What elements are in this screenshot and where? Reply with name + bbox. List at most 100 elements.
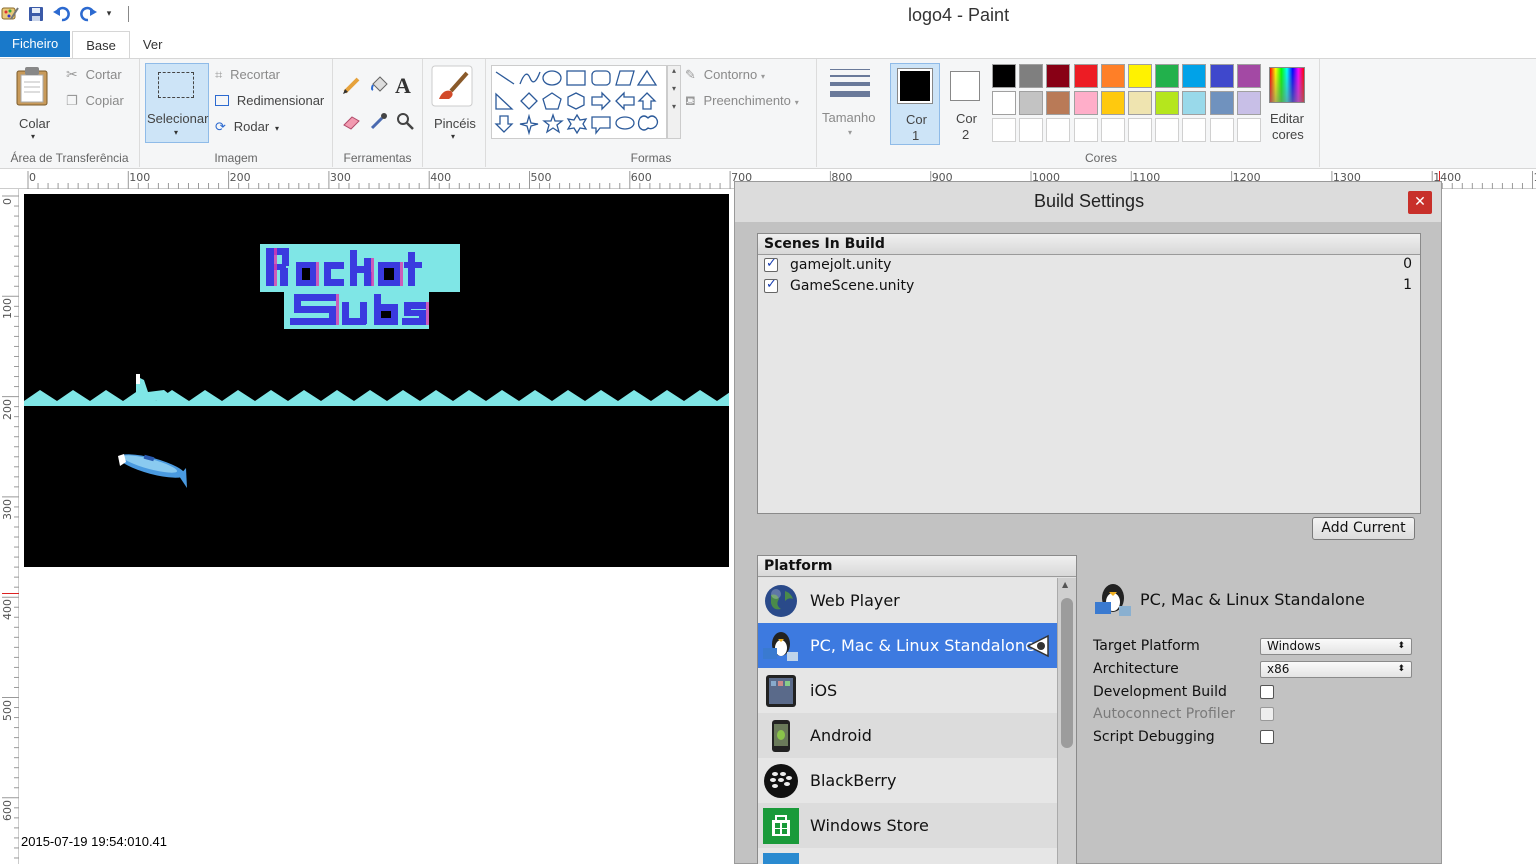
cut-button[interactable]: ✂ Cortar	[66, 67, 122, 83]
color-swatch[interactable]	[1155, 64, 1180, 88]
color-picker-icon[interactable]	[369, 111, 389, 134]
custom-color-slot[interactable]	[1019, 118, 1044, 142]
scroll-thumb[interactable]	[1061, 598, 1073, 748]
scene-checkbox[interactable]	[764, 256, 778, 272]
architecture-dropdown[interactable]: x86 ⬍	[1260, 661, 1412, 678]
platform-item[interactable]: BlackBerry	[758, 758, 1057, 803]
brushes-label: Pincéis	[434, 116, 476, 131]
color-swatch[interactable]	[1100, 91, 1125, 115]
crop-button[interactable]: ⌗ Recortar	[215, 67, 280, 83]
brushes-dropdown-icon[interactable]: ▾	[451, 132, 455, 141]
outline-dropdown-icon[interactable]: ▾	[761, 72, 765, 81]
size-button[interactable]: Tamanho ▾	[822, 65, 880, 145]
platform-item[interactable]: Android	[758, 713, 1057, 758]
size-dropdown-icon[interactable]: ▾	[848, 128, 852, 137]
color1-swatch-frame	[897, 68, 933, 104]
target-platform-dropdown[interactable]: Windows ⬍	[1260, 638, 1412, 655]
rotate-button[interactable]: ⟳ Rodar ▾	[215, 119, 279, 135]
fill-button[interactable]: ⛾ Preenchimento ▾	[685, 93, 799, 111]
color-swatch[interactable]	[1019, 91, 1044, 115]
platform-item[interactable]: Web Player	[758, 578, 1057, 623]
color-swatch[interactable]	[1019, 64, 1044, 88]
custom-color-slot[interactable]	[1209, 118, 1234, 142]
color-swatch[interactable]	[992, 64, 1016, 88]
color-swatch[interactable]	[1155, 91, 1180, 115]
platform-item-partial[interactable]	[758, 848, 1057, 864]
build-settings-title-bar[interactable]: Build Settings ✕	[735, 182, 1441, 222]
custom-color-slot[interactable]	[1182, 118, 1207, 142]
add-current-button[interactable]: Add Current	[1312, 517, 1415, 540]
color-swatch[interactable]	[1236, 91, 1261, 115]
vertical-ruler: 0 100 200 300 400 500 600	[0, 189, 19, 864]
platform-item[interactable]: PC, Mac & Linux Standalone	[758, 623, 1057, 668]
custom-color-slot[interactable]	[1155, 118, 1180, 142]
color-swatch[interactable]	[1209, 64, 1234, 88]
text-tool-icon[interactable]: A	[395, 73, 411, 99]
color-swatch[interactable]	[1073, 91, 1098, 115]
ipad-icon	[763, 673, 799, 709]
eraser-icon[interactable]	[342, 111, 362, 134]
scene-checkbox[interactable]	[764, 277, 778, 293]
color-swatch[interactable]	[1182, 64, 1207, 88]
script-debugging-checkbox[interactable]	[1260, 730, 1274, 744]
development-build-checkbox[interactable]	[1260, 685, 1274, 699]
autoconnect-profiler-checkbox	[1260, 707, 1274, 721]
color-swatch[interactable]	[1182, 91, 1207, 115]
color-swatch[interactable]	[1100, 64, 1125, 88]
platform-item[interactable]: Windows Store	[758, 803, 1057, 848]
android-phone-icon	[763, 718, 799, 754]
color-swatch[interactable]	[1209, 91, 1234, 115]
close-button[interactable]: ✕	[1408, 191, 1432, 214]
build-settings-window: Build Settings ✕ Scenes In Build gamejol…	[734, 181, 1442, 864]
custom-color-slot[interactable]	[1073, 118, 1098, 142]
tab-file[interactable]: Ficheiro	[0, 31, 71, 57]
paint-app-icon[interactable]	[0, 4, 20, 24]
tab-view[interactable]: Ver	[130, 31, 176, 59]
platform-list-scrollbar[interactable]: ▲	[1057, 578, 1076, 864]
edit-colors-line1: Editar	[1270, 111, 1304, 126]
brushes-button[interactable]: Pincéis ▾	[431, 65, 479, 145]
rotate-dropdown-icon[interactable]: ▾	[275, 124, 279, 133]
magnifier-icon[interactable]	[395, 111, 415, 134]
paste-button[interactable]: Colar ▾	[12, 65, 58, 145]
select-button[interactable]: Selecionar ▾	[145, 63, 209, 143]
pencil-icon[interactable]	[342, 75, 362, 98]
fill-bucket-icon[interactable]	[369, 75, 389, 98]
custom-color-slot[interactable]	[992, 118, 1016, 142]
color-swatch[interactable]	[1046, 64, 1071, 88]
tools-group: A Ferramentas	[333, 59, 423, 167]
fill-dropdown-icon[interactable]: ▾	[795, 98, 799, 107]
platform-item[interactable]: iOS	[758, 668, 1057, 713]
custom-color-slot[interactable]	[1046, 118, 1071, 142]
color-swatch[interactable]	[1236, 64, 1261, 88]
color-swatch[interactable]	[1128, 64, 1152, 88]
custom-color-slot[interactable]	[1236, 118, 1261, 142]
scene-row[interactable]: gamejolt.unity 0	[758, 255, 1420, 276]
outline-button[interactable]: ✎ Contorno ▾	[685, 67, 765, 83]
ribbon: Colar ▾ ✂ Cortar ❐ Copiar Área de Transf…	[0, 58, 1536, 169]
paint-image[interactable]	[24, 194, 729, 567]
shapes-gallery-scroll[interactable]: ▴ ▾ ▾	[667, 65, 681, 139]
color-swatch[interactable]	[1073, 64, 1098, 88]
select-dropdown-icon[interactable]: ▾	[174, 128, 178, 137]
scroll-up-icon[interactable]: ▲	[1062, 580, 1068, 589]
custom-color-slot[interactable]	[1128, 118, 1152, 142]
color-swatch[interactable]	[1046, 91, 1071, 115]
copy-button[interactable]: ❐ Copiar	[66, 93, 124, 109]
undo-icon[interactable]	[52, 4, 72, 24]
redo-icon[interactable]	[78, 4, 98, 24]
color2-button[interactable]: Cor 2	[944, 63, 988, 145]
save-icon[interactable]	[26, 4, 46, 24]
customize-qat-icon[interactable]: ▾	[104, 4, 114, 24]
custom-color-slot[interactable]	[1100, 118, 1125, 142]
color1-button[interactable]: Cor 1	[890, 63, 940, 145]
shapes-gallery[interactable]	[491, 65, 667, 139]
scene-row[interactable]: GameScene.unity 1	[758, 276, 1420, 297]
resize-button[interactable]: Redimensionar	[215, 93, 324, 108]
paste-dropdown-icon[interactable]: ▾	[31, 132, 35, 141]
color-swatch[interactable]	[992, 91, 1016, 115]
tab-home[interactable]: Base	[72, 31, 130, 59]
color-swatch[interactable]	[1128, 91, 1152, 115]
edit-colors-button[interactable]: Editar cores	[1261, 65, 1311, 145]
scene-index: 0	[1403, 256, 1412, 272]
